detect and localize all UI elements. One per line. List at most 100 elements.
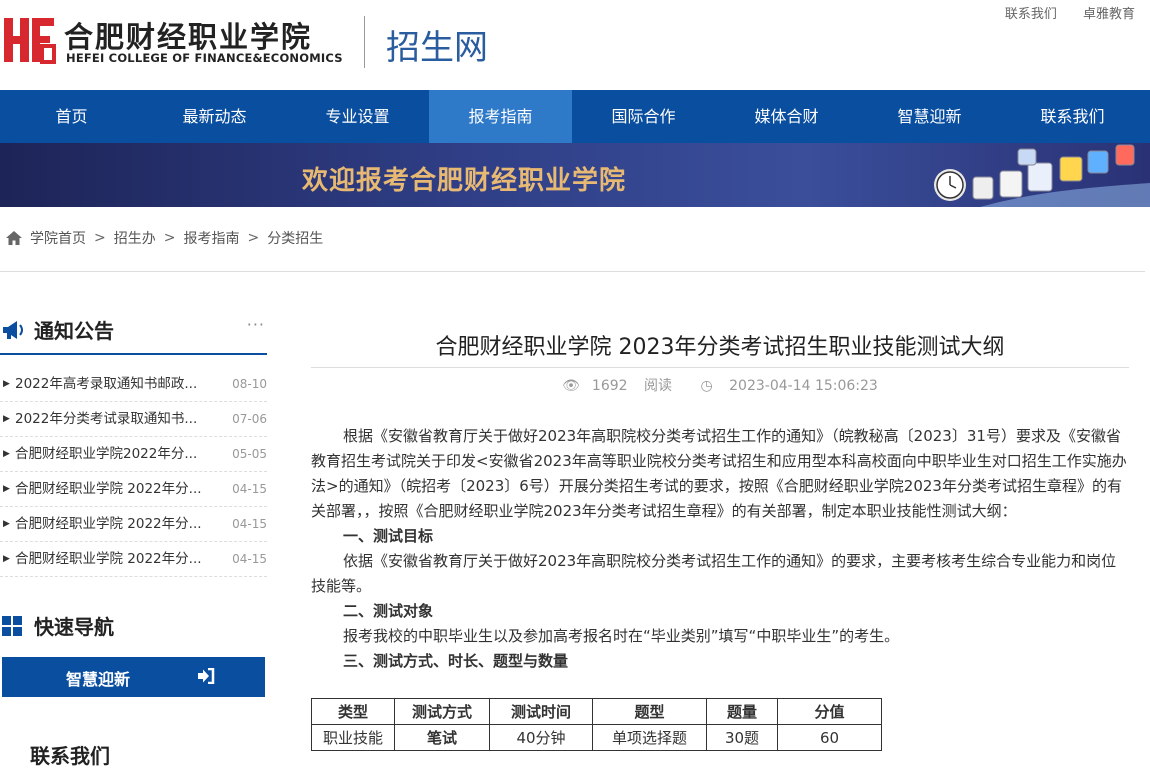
- table-header-cell: 分值: [777, 698, 882, 725]
- site-name: 招生网: [386, 28, 488, 68]
- article-views: 👁 1692 阅读: [556, 378, 678, 394]
- notice-item-date: 04-15: [232, 517, 267, 531]
- table-header-cell: 测试方式: [394, 698, 490, 725]
- table-cell: 40分钟: [489, 724, 593, 751]
- notice-item[interactable]: ▶ 合肥财经职业学院 2022年分... 04-15: [0, 542, 267, 577]
- nav-item-welcome[interactable]: 智慧迎新: [858, 90, 1001, 143]
- article-views-label: 阅读: [644, 378, 673, 394]
- megaphone-icon: [3, 321, 23, 339]
- site-header: 合肥财经职业学院 HEFEI COLLEGE OF FINANCE&ECONOM…: [0, 0, 1150, 90]
- contact-title: 联系我们: [30, 744, 110, 768]
- article-body: 根据《安徽省教育厅关于做好2023年高职院校分类考试招生工作的通知》（皖教秘高〔…: [311, 424, 1129, 674]
- banner-text: 欢迎报考合肥财经职业学院: [302, 166, 627, 196]
- smart-welcome-label: 智慧迎新: [66, 670, 131, 689]
- breadcrumb-admissions[interactable]: 招生办: [114, 228, 156, 248]
- exam-table: 类型 测试方式 测试时间 题型 题量 分值 职业技能 笔试 40分钟 单项选择题…: [311, 698, 882, 751]
- notice-item-title[interactable]: 合肥财经职业学院 2022年分...: [15, 507, 215, 541]
- nav-item-guide[interactable]: 报考指南: [429, 90, 572, 143]
- notice-item-date: 05-05: [232, 447, 267, 461]
- paragraph: 依据《安徽省教育厅关于做好2023年高职院校分类考试招生工作的通知》的要求，主要…: [311, 552, 1117, 595]
- notice-item-title[interactable]: 2022年分类考试录取通知书...: [15, 402, 215, 436]
- notice-item-title[interactable]: 合肥财经职业学院 2022年分...: [15, 542, 215, 576]
- sign-in-icon: [198, 668, 215, 684]
- notice-item-date: 08-10: [232, 377, 267, 391]
- section-heading: 一、测试目标: [343, 527, 434, 545]
- article-title-divider: [311, 367, 1129, 368]
- banner: 欢迎报考合肥财经职业学院: [0, 143, 1150, 207]
- table-cell: 30题: [706, 724, 778, 751]
- notice-item[interactable]: ▶ 合肥财经职业学院2022年分... 05-05: [0, 437, 267, 472]
- top-link-contact[interactable]: 联系我们: [1005, 7, 1057, 22]
- paragraph: 报考我校的中职毕业生以及参加高考报名时在“毕业类别”填写“中职毕业生”的考生。: [343, 627, 900, 645]
- nav-item-home[interactable]: 首页: [0, 90, 143, 143]
- table-header-cell: 测试时间: [489, 698, 593, 725]
- notice-item[interactable]: ▶ 2022年高考录取通知书邮政... 08-10: [0, 367, 267, 402]
- smart-welcome-button[interactable]: 智慧迎新: [2, 657, 265, 697]
- breadcrumb-divider: [0, 271, 1145, 272]
- notice-item[interactable]: ▶ 合肥财经职业学院 2022年分... 04-15: [0, 472, 267, 507]
- triangle-icon: ▶: [3, 554, 10, 564]
- banner-decoration-icon: [934, 144, 1150, 207]
- breadcrumb-current[interactable]: 分类招生: [267, 228, 323, 248]
- notice-item[interactable]: ▶ 合肥财经职业学院 2022年分... 04-15: [0, 507, 267, 542]
- table-cell: 笔试: [394, 724, 490, 751]
- notice-item-title[interactable]: 2022年高考录取通知书邮政...: [15, 367, 215, 401]
- table-header-cell: 类型: [311, 698, 395, 725]
- article-meta: 👁 1692 阅读 ◷ 2023-04-14 15:06:23: [311, 375, 1129, 395]
- notice-item-date: 04-15: [232, 482, 267, 496]
- grid-icon: [2, 616, 22, 636]
- breadcrumb-separator: >: [163, 230, 176, 246]
- college-logo-icon[interactable]: [4, 14, 56, 66]
- article-datetime: 2023-04-14 15:06:23: [729, 378, 878, 394]
- table-header-row: 类型 测试方式 测试时间 题型 题量 分值: [311, 698, 882, 725]
- breadcrumb-guide[interactable]: 报考指南: [183, 228, 239, 248]
- paragraph-intro: 根据《安徽省教育厅关于做好2023年高职院校分类考试招生工作的通知》（皖教秘高〔…: [311, 427, 1127, 520]
- notice-more-link[interactable]: ···: [247, 315, 265, 334]
- triangle-icon: ▶: [3, 449, 10, 459]
- notice-item-title[interactable]: 合肥财经职业学院 2022年分...: [15, 472, 215, 506]
- article-title: 合肥财经职业学院 2023年分类考试招生职业技能测试大纲: [435, 335, 1005, 360]
- nav-item-majors[interactable]: 专业设置: [286, 90, 429, 143]
- notice-title: 通知公告: [34, 319, 114, 343]
- article-date: ◷ 2023-04-14 15:06:23: [694, 378, 883, 394]
- sidebar: 通知公告 ··· ▶ 2022年高考录取通知书邮政... 08-10 ▶ 2022年分…: [0, 305, 267, 768]
- nav-item-international[interactable]: 国际合作: [572, 90, 715, 143]
- quick-nav-title: 快速导航: [34, 615, 114, 639]
- triangle-icon: ▶: [3, 414, 10, 424]
- college-name-en: HEFEI COLLEGE OF FINANCE&ECONOMICS: [66, 51, 343, 65]
- top-link-zhuoya[interactable]: 卓雅教育: [1083, 7, 1135, 22]
- nav-item-media[interactable]: 媒体合财: [715, 90, 858, 143]
- section-heading: 二、测试对象: [343, 602, 434, 620]
- notice-header: 通知公告 ···: [0, 305, 267, 355]
- quick-nav-header: 快速导航: [0, 608, 267, 648]
- eye-icon: 👁: [562, 378, 580, 394]
- college-name-cn: 合肥财经职业学院: [64, 20, 313, 54]
- clock-icon: ◷: [700, 378, 713, 394]
- triangle-icon: ▶: [3, 484, 10, 494]
- notice-list: ▶ 2022年高考录取通知书邮政... 08-10 ▶ 2022年分类考试录取通知书.…: [0, 367, 267, 577]
- triangle-icon: ▶: [3, 519, 10, 529]
- nav-item-news[interactable]: 最新动态: [143, 90, 286, 143]
- section-heading: 三、测试方式、时长、题型与数量: [343, 652, 569, 670]
- table-cell: 60: [777, 724, 882, 751]
- table-row: 职业技能 笔试 40分钟 单项选择题 30题 60: [311, 724, 882, 751]
- main-nav: 首页 最新动态 专业设置 报考指南 国际合作 媒体合财 智慧迎新 联系我们: [0, 90, 1150, 143]
- table-header-cell: 题型: [592, 698, 707, 725]
- home-icon: [6, 231, 22, 245]
- breadcrumb-separator: >: [94, 230, 106, 246]
- article: 合肥财经职业学院 2023年分类考试招生职业技能测试大纲 👁 1692 阅读 ◷ …: [311, 330, 1129, 751]
- notice-item-date: 04-15: [232, 552, 267, 566]
- breadcrumb: 学院首页 > 招生办 > 报考指南 > 分类招生: [6, 228, 323, 248]
- table-cell: 单项选择题: [592, 724, 707, 751]
- notice-item-date: 07-06: [232, 412, 267, 426]
- logo-divider: [364, 16, 365, 68]
- table-header-cell: 题量: [706, 698, 778, 725]
- notice-item-title[interactable]: 合肥财经职业学院2022年分...: [15, 437, 215, 471]
- breadcrumb-home[interactable]: 学院首页: [30, 228, 86, 248]
- top-links: 联系我们 卓雅教育: [983, 3, 1135, 22]
- triangle-icon: ▶: [3, 379, 10, 389]
- table-cell: 职业技能: [311, 724, 395, 751]
- breadcrumb-separator: >: [247, 230, 260, 246]
- notice-item[interactable]: ▶ 2022年分类考试录取通知书... 07-06: [0, 402, 267, 437]
- nav-item-contact[interactable]: 联系我们: [1001, 90, 1144, 143]
